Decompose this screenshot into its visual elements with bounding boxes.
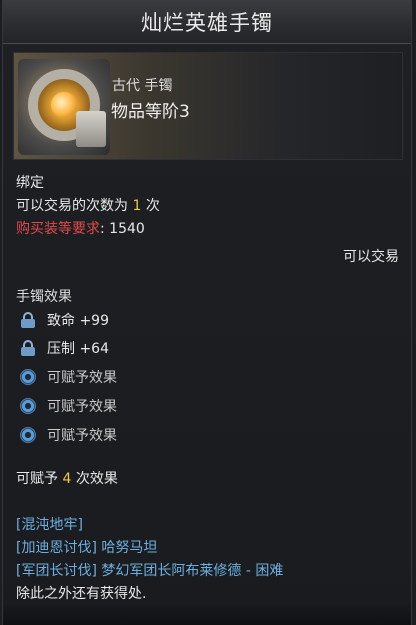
effect-row-critical: 致命 +99	[20, 309, 109, 331]
item-tier: 物品等阶3	[111, 102, 190, 122]
bottom-fade	[3, 603, 411, 625]
purchase-requirement-label: 购买装等要求	[16, 221, 100, 237]
purchase-requirement-value: : 1540	[100, 221, 145, 237]
trade-count-prefix: 可以交易的次数为	[16, 198, 128, 214]
effects-title: 手镯效果	[16, 289, 72, 305]
effect-slot-label: 可赋予效果	[47, 399, 117, 415]
source-chaos-dungeon[interactable]: [混沌地牢]	[16, 514, 83, 534]
effect-slot-label: 可赋予效果	[47, 370, 117, 386]
sources-more: 除此之外还有获得处.	[16, 586, 147, 602]
item-type: 古代 手镯	[112, 78, 173, 94]
effect-label: 压制 +64	[47, 341, 109, 357]
binding-status: 绑定	[16, 175, 44, 191]
source-bracket: [军团长讨伐]	[16, 563, 97, 579]
effect-slot-label: 可赋予效果	[47, 428, 117, 444]
grant-count-suffix: 次效果	[75, 471, 118, 487]
source-bracket: [加迪恩讨伐]	[16, 540, 97, 556]
gear-icon	[20, 427, 36, 443]
trade-count: 可以交易的次数为 1 次	[16, 195, 160, 215]
source-guardian-raid[interactable]: [加迪恩讨伐] 哈努马坦	[16, 537, 157, 557]
item-tooltip: 灿烂英雄手镯 古代 手镯 物品等阶3 绑定 可以交易的次数为 1 次 购买装等要…	[2, 0, 412, 625]
grant-count: 可赋予 4 次效果	[16, 468, 118, 488]
purchase-requirement: 购买装等要求: 1540	[16, 218, 145, 238]
title-bar: 灿烂英雄手镯	[3, 0, 411, 44]
bracelet-icon	[18, 59, 110, 155]
source-bracket: [混沌地牢]	[16, 517, 83, 533]
trade-count-suffix: 次	[145, 198, 160, 214]
item-name: 灿烂英雄手镯	[141, 10, 273, 35]
source-legion-raid[interactable]: [军团长讨伐] 梦幻军团长阿布莱修德 - 困难	[16, 560, 283, 580]
gear-icon	[20, 369, 36, 385]
effect-label: 致命 +99	[47, 313, 109, 329]
grant-count-prefix: 可赋予	[16, 471, 58, 487]
item-header: 古代 手镯 物品等阶3	[13, 52, 403, 160]
lock-icon	[20, 340, 36, 356]
effect-slot-3[interactable]: 可赋予效果	[20, 424, 117, 446]
source-text: 哈努马坦	[101, 540, 158, 556]
effect-slot-2[interactable]: 可赋予效果	[20, 395, 117, 417]
trade-count-value: 1	[132, 198, 142, 214]
effect-slot-1[interactable]: 可赋予效果	[20, 366, 117, 388]
effect-row-suppress: 压制 +64	[20, 337, 109, 359]
tradeable-label: 可以交易	[343, 249, 399, 265]
source-text: 梦幻军团长阿布莱修德 - 困难	[101, 563, 284, 579]
lock-icon	[20, 312, 36, 328]
grant-count-value: 4	[62, 471, 72, 487]
gear-icon	[20, 398, 36, 414]
